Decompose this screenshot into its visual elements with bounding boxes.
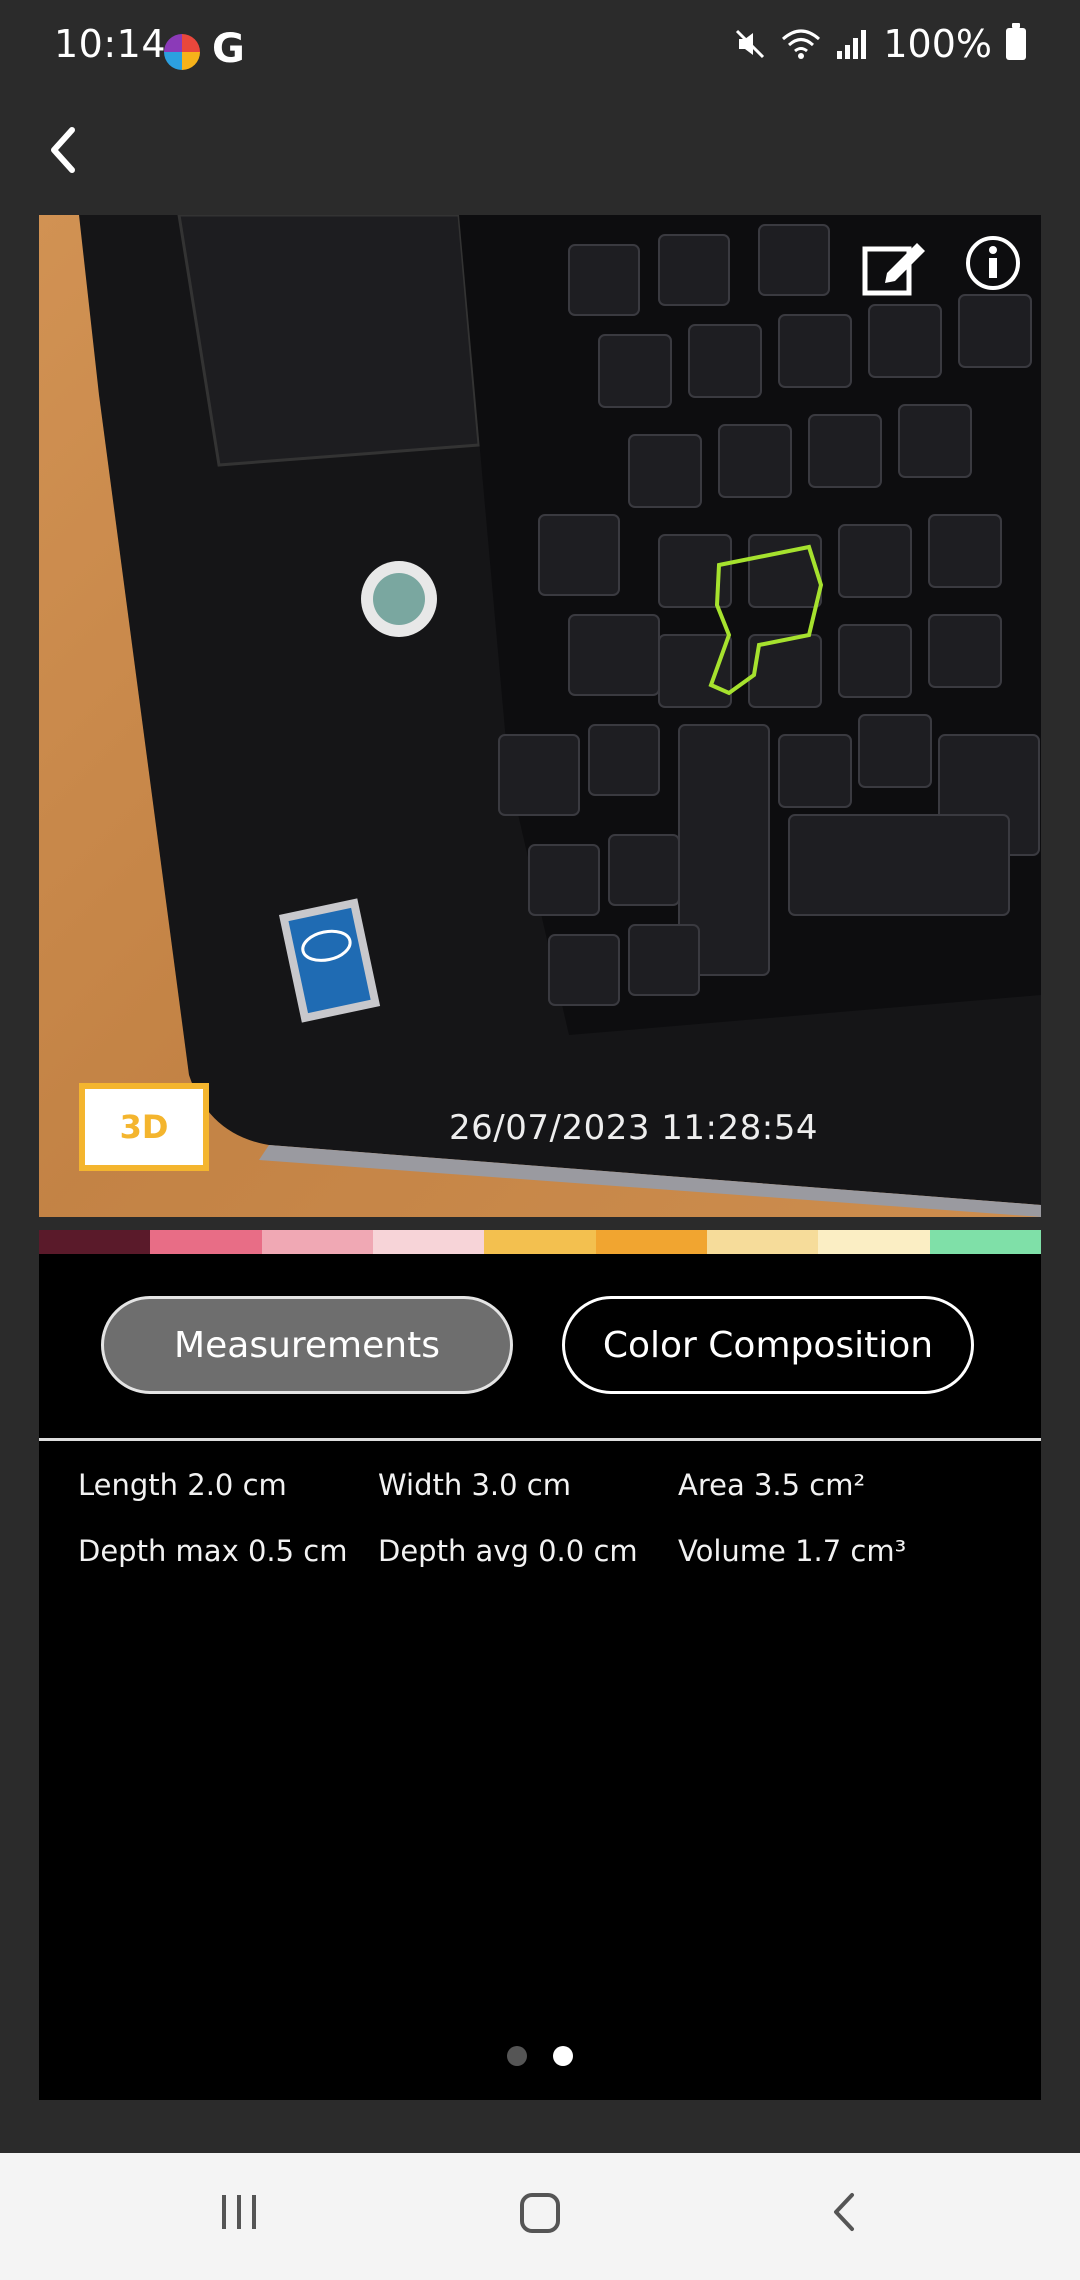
back-nav-icon[interactable] (822, 2189, 868, 2235)
color-swatch (39, 1230, 151, 1254)
metric-depth-max: Depth max 0.5 cm (78, 1534, 348, 1568)
home-icon[interactable] (516, 2189, 564, 2237)
photo-timestamp: 26/07/2023 11:28:54 (449, 1108, 818, 1148)
battery-text: 100% (883, 22, 992, 66)
color-swatch (261, 1230, 373, 1254)
status-bar: 10:14 G 100% (0, 0, 1080, 100)
chevron-left-icon (51, 127, 75, 173)
status-time: 10:14 (54, 22, 167, 66)
metric-depth-avg: Depth avg 0.0 cm (378, 1534, 638, 1568)
back-button[interactable] (40, 112, 88, 188)
metric-area: Area 3.5 cm² (678, 1468, 866, 1502)
color-swatch (150, 1230, 262, 1254)
app-notification-icon (164, 34, 200, 70)
color-swatch (595, 1230, 707, 1254)
metric-volume: Volume 1.7 cm³ (678, 1534, 907, 1568)
google-icon: G (212, 26, 245, 72)
page-dot-2[interactable] (553, 2046, 573, 2066)
color-swatch (372, 1230, 485, 1254)
photo-image (39, 215, 1041, 1217)
recent-apps-icon[interactable] (216, 2189, 262, 2235)
color-swatch (484, 1230, 596, 1254)
page-dot-1[interactable] (507, 2046, 527, 2066)
wound-photo[interactable]: 3D 26/07/2023 11:28:54 (39, 215, 1041, 1217)
system-nav-bar (0, 2153, 1080, 2280)
color-swatch (929, 1230, 1041, 1254)
battery-icon (1006, 23, 1026, 60)
signal-icon (837, 30, 867, 59)
edit-icon[interactable] (859, 233, 929, 303)
metric-length: Length 2.0 cm (78, 1468, 287, 1502)
details-panel: Measurements Color Composition Length 2.… (39, 1254, 1041, 2100)
info-icon[interactable] (963, 233, 1023, 293)
metric-width: Width 3.0 cm (378, 1468, 572, 1502)
tab-color-composition[interactable]: Color Composition (562, 1296, 974, 1394)
divider (39, 1438, 1041, 1441)
mute-icon (736, 29, 765, 59)
color-swatch (706, 1230, 819, 1254)
wifi-icon (782, 29, 821, 59)
status-indicators: 100% (733, 22, 1026, 66)
color-swatch (818, 1230, 930, 1254)
page-indicator (507, 2046, 573, 2066)
3d-badge[interactable]: 3D (79, 1083, 209, 1171)
color-composition-strip (39, 1230, 1041, 1254)
tab-measurements[interactable]: Measurements (101, 1296, 513, 1394)
photo-tools (859, 233, 1023, 303)
